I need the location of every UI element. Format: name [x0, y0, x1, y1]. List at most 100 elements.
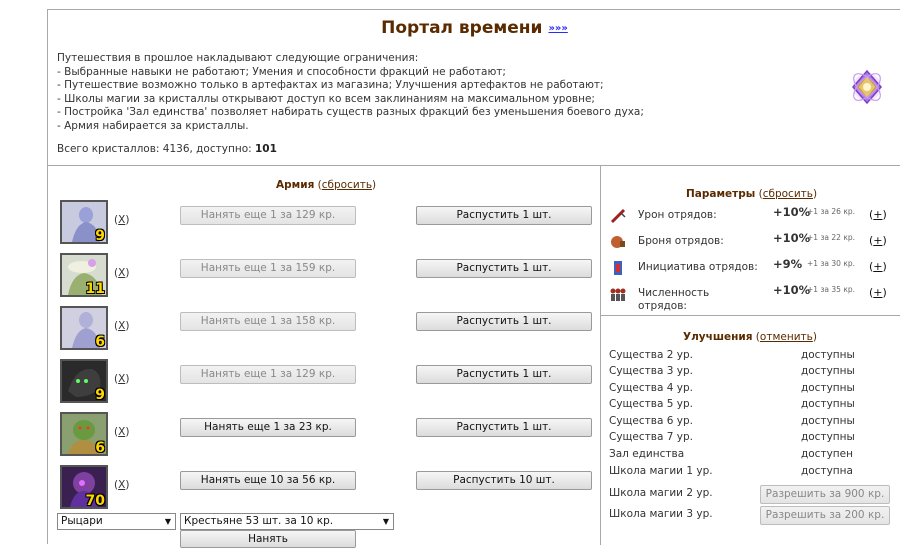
unit-select[interactable]: Крестьяне 53 шт. за 10 кр. ▼	[180, 513, 394, 530]
upgrades-cancel-link[interactable]: отменить	[760, 331, 813, 343]
param-cost: +1 за 22 кр.	[807, 233, 856, 242]
params-reset-paren-open: (	[755, 188, 763, 200]
remove-unit-x: X	[118, 214, 126, 226]
param-increase-plus: +	[873, 260, 883, 273]
faction-select-value: Рыцари	[61, 515, 103, 527]
remove-unit-x: X	[118, 479, 126, 491]
unit-portrait[interactable]: 11	[60, 253, 108, 297]
dismiss-button[interactable]: Распустить 1 шт.	[416, 206, 592, 225]
portal-info-section: Портал времени »»» Путешествия в прошлое …	[48, 10, 900, 166]
upgrade-label: Школа магии 1 ур.	[609, 465, 713, 477]
unlock-button[interactable]: Разрешить за 900 кр.	[760, 485, 890, 504]
param-label: Инициатива отрядов:	[638, 261, 758, 273]
remove-unit-link[interactable]: (X)	[114, 479, 129, 491]
unit-portrait[interactable]: 9	[60, 359, 108, 403]
hire-more-button[interactable]: Нанять еще 1 за 23 кр.	[180, 418, 356, 437]
param-increase-link[interactable]: (+)	[869, 208, 887, 221]
dismiss-button[interactable]: Распустить 1 шт.	[416, 418, 592, 437]
hire-more-button[interactable]: Нанять еще 1 за 129 кр.	[180, 365, 356, 384]
unlock-button[interactable]: Разрешить за 200 кр.	[760, 506, 890, 525]
crystal-icon	[847, 67, 887, 107]
upgrade-row: Зал единства доступен	[601, 448, 900, 464]
unit-portrait[interactable]: 70	[60, 465, 108, 509]
upgrades-cancel-paren-open: (	[752, 331, 760, 343]
upgrade-row: Существа 2 ур. доступны	[601, 349, 900, 365]
page-title: Портал времени »»»	[48, 18, 900, 38]
hire-more-button[interactable]: Нанять еще 1 за 129 кр.	[180, 206, 356, 225]
params-reset-paren-close: )	[812, 188, 818, 200]
army-unit-row: 9 (X) Нанять еще 1 за 129 кр. Распустить…	[48, 359, 601, 411]
upgrade-row: Школа магии 1 ур. доступна	[601, 465, 900, 481]
army-reset-paren-open: (	[314, 179, 322, 191]
damage-icon	[610, 208, 626, 224]
army-unit-row: 9 (X) Нанять еще 1 за 129 кр. Распустить…	[48, 200, 601, 252]
param-increase-link[interactable]: (+)	[869, 286, 887, 299]
upgrade-status: доступны	[801, 431, 855, 443]
remove-unit-link[interactable]: (X)	[114, 426, 129, 438]
army-reset-link[interactable]: сбросить	[322, 179, 372, 191]
info-line: - Армия набирается за кристаллы.	[57, 119, 249, 132]
hire-more-button[interactable]: Нанять еще 10 за 56 кр.	[180, 471, 356, 490]
remove-unit-x: X	[118, 320, 126, 332]
upgrade-label: Существа 7 ур.	[609, 431, 693, 443]
unit-count: 70	[85, 493, 105, 509]
params-reset-link[interactable]: сбросить	[763, 188, 813, 200]
upgrade-status: доступна	[801, 465, 853, 477]
crystals-available: 101	[255, 143, 277, 155]
param-increase-link[interactable]: (+)	[869, 260, 887, 273]
params-title-text: Параметры	[686, 188, 756, 200]
param-row-initiative: Инициатива отрядов: +9% +1 за 30 кр. (+)	[601, 257, 900, 281]
dismiss-button[interactable]: Распустить 1 шт.	[416, 365, 592, 384]
remove-unit-link[interactable]: (X)	[114, 214, 129, 226]
hire-button[interactable]: Нанять	[180, 530, 356, 548]
upgrade-label: Зал единства	[609, 448, 685, 460]
param-label: Численность отрядов:	[638, 287, 710, 312]
faction-select[interactable]: Рыцари ▼	[57, 513, 176, 530]
upgrade-status: доступны	[801, 382, 855, 394]
crystals-label: Всего кристаллов: 4136, доступно:	[57, 143, 252, 155]
unit-portrait[interactable]: 6	[60, 412, 108, 456]
dismiss-button[interactable]: Распустить 1 шт.	[416, 259, 592, 278]
upgrade-label: Школа магии 3 ур.	[609, 508, 713, 520]
dismiss-button[interactable]: Распустить 1 шт.	[416, 312, 592, 331]
restrictions-text: Путешествия в прошлое накладывают следую…	[57, 52, 644, 133]
upgrade-label: Существа 2 ур.	[609, 349, 693, 361]
crystals-summary: Всего кристаллов: 4136, доступно: 101	[57, 143, 277, 155]
title-text: Портал времени	[381, 18, 543, 38]
remove-unit-link[interactable]: (X)	[114, 320, 129, 332]
army-unit-row: 70 (X) Нанять еще 10 за 56 кр. Распустит…	[48, 465, 601, 517]
upgrade-row: Существа 6 ур. доступны	[601, 415, 900, 431]
army-unit-row: 11 (X) Нанять еще 1 за 159 кр. Распустит…	[48, 253, 601, 305]
army-reset-paren-close: )	[372, 179, 377, 191]
remove-unit-link[interactable]: (X)	[114, 267, 129, 279]
param-value: +9%	[773, 257, 803, 271]
param-increase-link[interactable]: (+)	[869, 234, 887, 247]
upgrades-title: Улучшения (отменить)	[683, 331, 817, 343]
unit-count: 9	[95, 228, 105, 244]
upgrade-row: Существа 7 ур. доступны	[601, 431, 900, 447]
unit-count: 6	[95, 334, 105, 350]
more-link[interactable]: »»»	[548, 23, 567, 34]
param-cost: +1 за 30 кр.	[807, 259, 856, 268]
hire-more-button[interactable]: Нанять еще 1 за 159 кр.	[180, 259, 356, 278]
unit-portrait[interactable]: 6	[60, 306, 108, 350]
unit-select-value: Крестьяне 53 шт. за 10 кр.	[184, 515, 334, 527]
remove-unit-x: X	[118, 267, 126, 279]
param-value: +10%	[773, 231, 811, 245]
upgrade-row: Школа магии 2 ур. Разрешить за 900 кр.	[601, 485, 900, 505]
unit-portrait[interactable]: 9	[60, 200, 108, 244]
info-line: - Постройка 'Зал единства' позволяет наб…	[57, 106, 644, 118]
army-title: Армия (сбросить)	[276, 179, 376, 191]
army-unit-row: 6 (X) Нанять еще 1 за 23 кр. Распустить …	[48, 412, 601, 464]
dismiss-button[interactable]: Распустить 10 шт.	[416, 471, 592, 490]
upgrade-status: доступны	[801, 398, 855, 410]
remove-unit-x: X	[118, 426, 126, 438]
chevron-down-icon: ▼	[164, 517, 171, 526]
army-unit-row: 6 (X) Нанять еще 1 за 158 кр. Распустить…	[48, 306, 601, 358]
param-value: +10%	[773, 205, 811, 219]
remove-unit-link[interactable]: (X)	[114, 373, 129, 385]
army-section: Армия (сбросить) 9 (X) Нанять еще 1 за 1…	[48, 165, 601, 548]
hire-more-button[interactable]: Нанять еще 1 за 158 кр.	[180, 312, 356, 331]
params-title: Параметры (сбросить)	[686, 188, 817, 200]
upgrade-status: доступны	[801, 365, 855, 377]
